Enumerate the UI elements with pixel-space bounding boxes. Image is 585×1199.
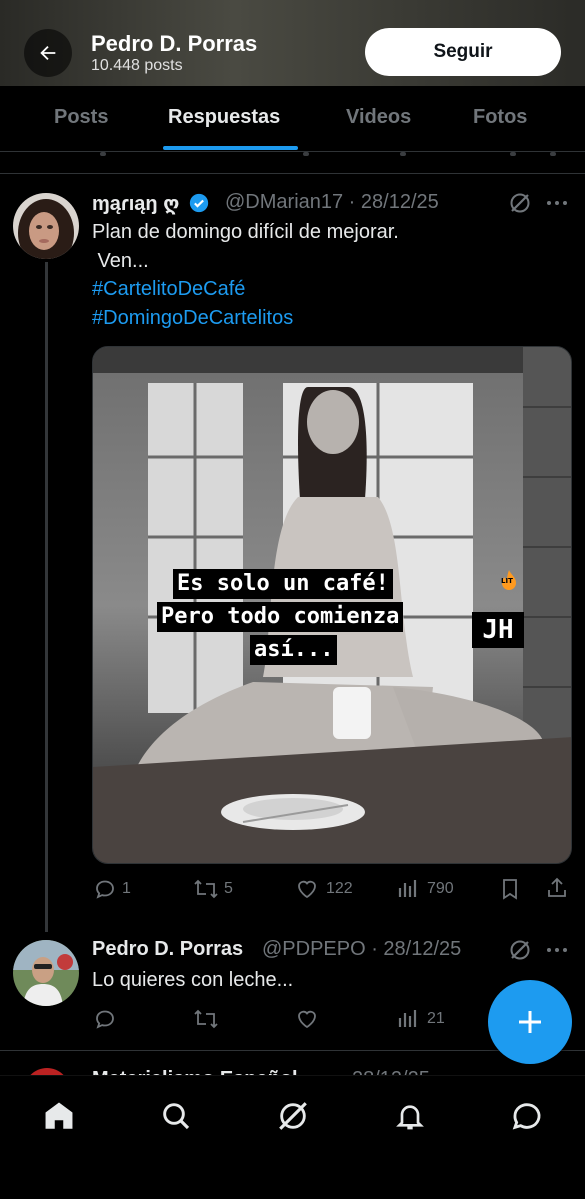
hashtag-link[interactable]: #DomingoDeCartelitos <box>92 304 293 333</box>
tab-posts[interactable]: Posts <box>54 106 108 129</box>
back-button[interactable] <box>24 29 72 77</box>
views-count: 21 <box>427 1010 445 1027</box>
thread-line <box>45 262 48 932</box>
nav-search[interactable] <box>156 1096 196 1136</box>
post-text-line: Plan de domingo difícil de mejorar. <box>92 221 399 243</box>
reply-icon[interactable] <box>93 1007 117 1031</box>
post-text-line: Ven... <box>92 250 149 272</box>
post-text: Lo quieres con leche... <box>92 969 294 991</box>
search-icon <box>163 1103 190 1130</box>
nav-home[interactable] <box>39 1096 79 1136</box>
profile-header: Pedro D. Porras 10.448 posts Seguir <box>0 0 585 86</box>
bottom-navigation <box>0 1075 585 1199</box>
profile-tabs: Posts Respuestas Videos Fotos <box>0 86 585 152</box>
verified-badge-icon <box>189 193 209 213</box>
tab-videos[interactable]: Videos <box>346 106 411 129</box>
like-icon[interactable] <box>295 877 319 901</box>
message-icon <box>512 1103 541 1130</box>
post-divider <box>0 1050 585 1051</box>
grok-icon[interactable] <box>508 938 532 962</box>
tab-photos[interactable]: Fotos <box>473 106 527 129</box>
more-options-icon[interactable] <box>545 191 569 215</box>
home-icon <box>45 1102 73 1129</box>
image-caption-line: Es solo un café! <box>173 569 393 599</box>
reply-icon[interactable] <box>93 877 117 901</box>
posts-count: 10.448 posts <box>91 57 183 74</box>
image-watermark: JH <box>472 612 524 648</box>
profile-name: Pedro D. Porras <box>91 31 258 56</box>
nav-notifications[interactable] <box>390 1096 430 1136</box>
bookmark-icon[interactable] <box>499 877 521 901</box>
fire-badge-icon: LIT <box>497 568 521 592</box>
active-tab-indicator <box>163 146 298 150</box>
badge-text: LIT <box>501 577 513 585</box>
like-count: 122 <box>326 880 353 897</box>
grok-icon[interactable] <box>508 191 532 215</box>
arrow-left-icon <box>40 45 56 61</box>
more-options-icon[interactable] <box>545 938 569 962</box>
post-author[interactable]: Pedro D. Porras <box>92 938 243 961</box>
nav-messages[interactable] <box>507 1096 547 1136</box>
plus-icon <box>519 1011 541 1033</box>
avatar[interactable] <box>13 193 79 259</box>
views-icon[interactable] <box>397 877 419 901</box>
grok-icon <box>279 1102 307 1130</box>
previous-post-remnant <box>0 152 585 174</box>
tab-replies[interactable]: Respuestas <box>168 106 280 129</box>
image-caption-line: Pero todo comienza <box>157 602 404 632</box>
post-handle-date[interactable]: @DMarian17 · 28/12/25 <box>225 191 439 214</box>
like-icon[interactable] <box>295 1007 319 1031</box>
follow-button[interactable]: Seguir <box>365 28 561 76</box>
share-icon[interactable] <box>545 876 569 900</box>
nav-grok[interactable] <box>273 1096 313 1136</box>
views-icon[interactable] <box>397 1007 419 1031</box>
avatar[interactable] <box>13 940 79 1006</box>
views-count: 790 <box>427 880 454 897</box>
image-caption-line: así... <box>250 635 338 665</box>
post-author[interactable]: ɱąɾıąŋ ღ <box>92 191 209 216</box>
reply-count: 1 <box>122 880 131 897</box>
repost-icon[interactable] <box>193 1007 219 1031</box>
repost-count: 5 <box>224 880 233 897</box>
compose-button[interactable] <box>488 980 572 1064</box>
bell-icon <box>396 1105 424 1130</box>
hashtag-link[interactable]: #CartelitoDeCafé <box>92 275 245 304</box>
repost-icon[interactable] <box>193 877 219 901</box>
post-handle-date[interactable]: @PDPEPO · 28/12/25 <box>262 938 461 961</box>
